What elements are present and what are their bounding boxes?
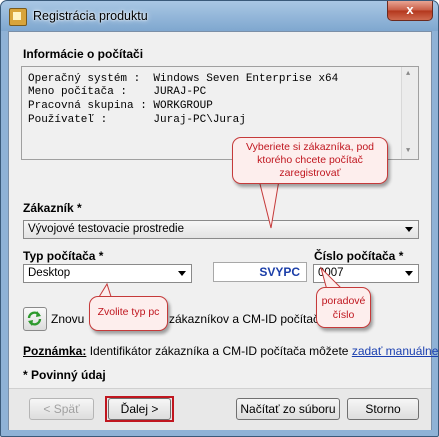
title-bar: Registrácia produktu x	[1, 1, 438, 31]
dialog-body: Informácie o počítači Operačný systém : …	[8, 31, 438, 430]
customer-callout-pointer	[258, 179, 280, 229]
app-icon	[9, 8, 27, 26]
window-title: Registrácia produktu	[33, 9, 148, 23]
pc-type-callout: Zvolite typ pc	[89, 296, 168, 331]
callout-pointers	[98, 179, 345, 304]
close-button[interactable]: x	[387, 1, 433, 21]
number-callout: poradové číslo	[316, 287, 371, 328]
customer-callout: Vyberiete si zákazníka, pod ktorého chce…	[232, 137, 388, 184]
registration-window: Registrácia produktu x Informácie o počí…	[0, 0, 439, 437]
